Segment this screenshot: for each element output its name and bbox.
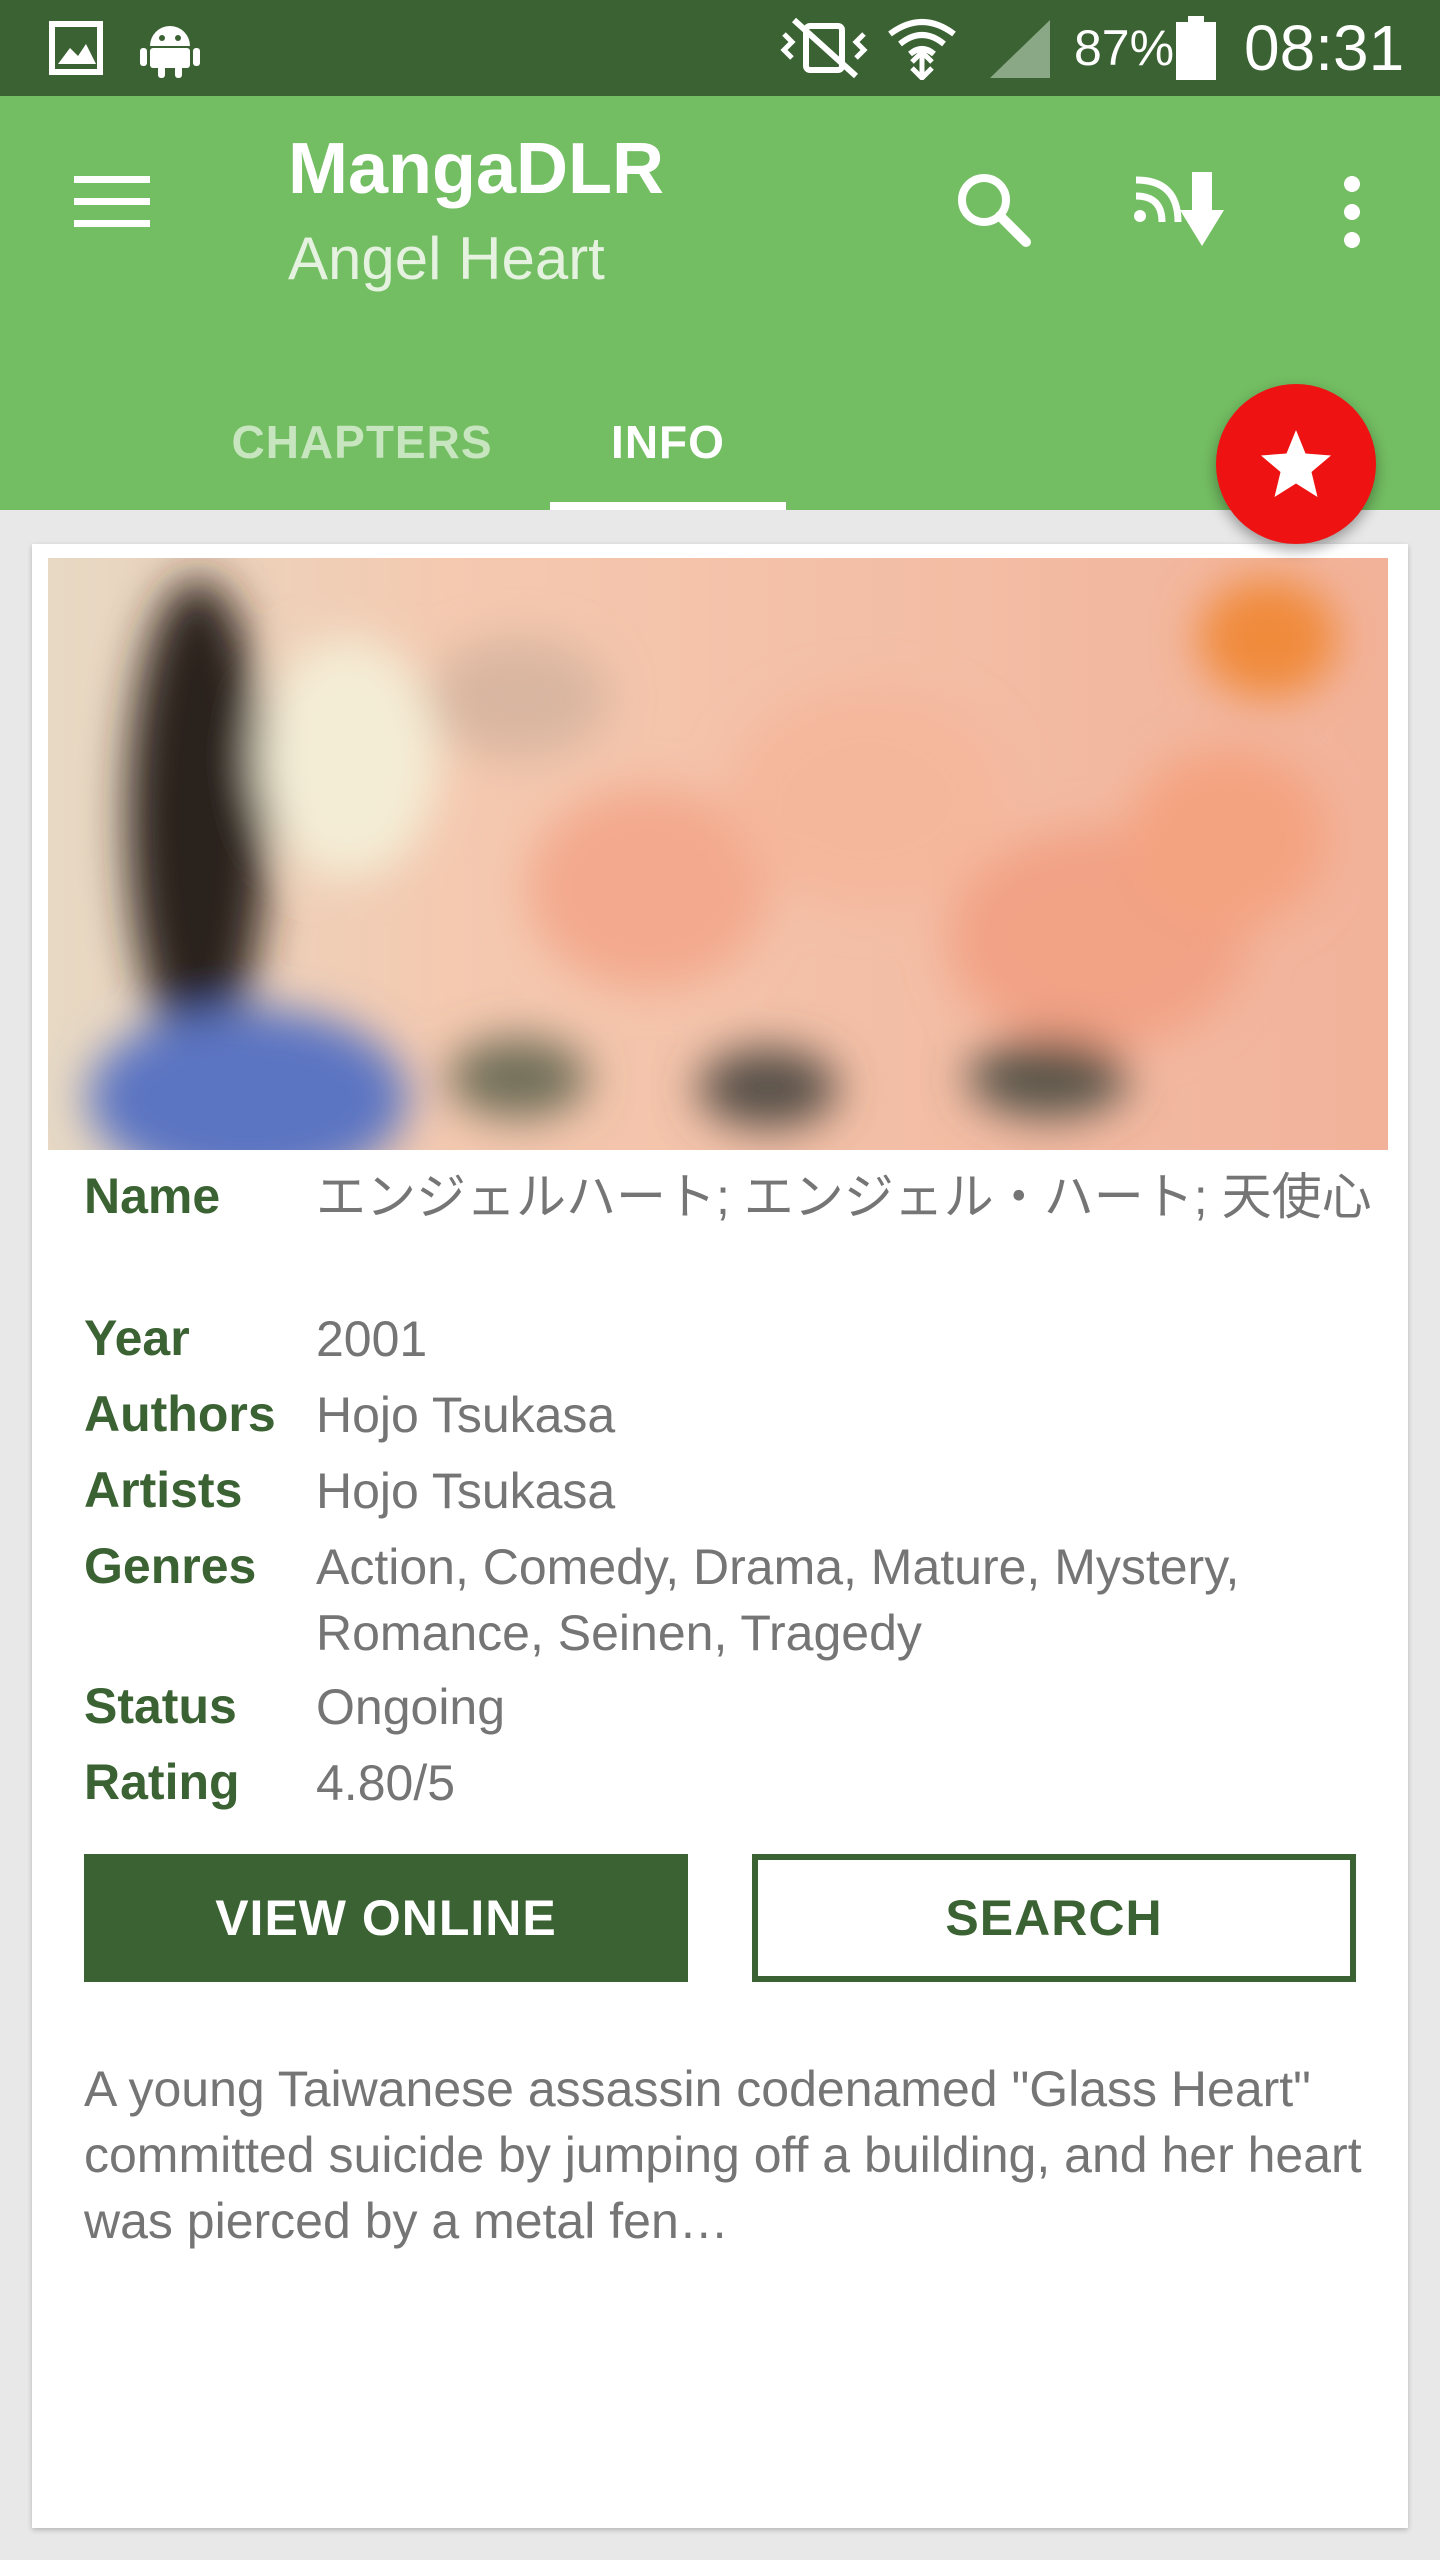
hamburger-menu-icon[interactable] — [72, 172, 152, 232]
star-icon — [1261, 430, 1331, 497]
clock: 08:31 — [1244, 12, 1405, 84]
info-value-status: Ongoing — [316, 1679, 506, 1735]
tab-info[interactable]: INFO — [550, 376, 786, 508]
manga-description: A young Taiwanese assassin codenamed "Gl… — [84, 2061, 1362, 2249]
info-label-genres: Genres — [84, 1538, 257, 1594]
info-label-name: Name — [84, 1168, 221, 1224]
cell-signal-icon — [990, 20, 1050, 78]
cover-image — [48, 558, 1388, 1150]
selected-tab-indicator — [550, 502, 786, 510]
vibrate-mute-icon — [780, 17, 868, 79]
tab-chapters[interactable]: CHAPTERS — [216, 376, 508, 508]
info-label-status: Status — [84, 1678, 237, 1734]
cast-download-icon[interactable] — [1132, 166, 1232, 250]
view-online-button[interactable]: VIEW ONLINE — [84, 1854, 688, 1982]
info-value-artists: Hojo Tsukasa — [316, 1463, 616, 1519]
info-value-genres: Action, Comedy, Drama, Mature, Mystery, … — [316, 1539, 1240, 1661]
wifi-icon — [888, 19, 956, 80]
status-bar: 87% 08:31 — [0, 0, 1440, 96]
info-label-authors: Authors — [84, 1386, 276, 1442]
info-value-year: 2001 — [316, 1311, 428, 1367]
search-button[interactable]: SEARCH — [752, 1854, 1356, 1982]
android-debug-icon — [140, 26, 200, 78]
gallery-notification-icon — [49, 21, 103, 75]
info-value-rating: 4.80/5 — [316, 1755, 456, 1811]
info-label-year: Year — [84, 1310, 190, 1366]
info-value-authors: Hojo Tsukasa — [316, 1387, 616, 1443]
info-value-name: エンジェルハート; エンジェル・ハート; 天使心 — [316, 1169, 1372, 1225]
battery-icon — [1176, 16, 1216, 80]
battery-percentage: 87% — [1074, 20, 1175, 76]
search-icon[interactable] — [952, 168, 1032, 248]
info-label-rating: Rating — [84, 1754, 240, 1810]
more-options-icon[interactable] — [1328, 172, 1376, 252]
manga-info-card: Name エンジェルハート; エンジェル・ハート; 天使心 Year 2001 … — [32, 544, 1408, 2528]
manga-title-subtitle: Angel Heart — [288, 225, 605, 292]
app-title: MangaDLR — [288, 129, 664, 209]
info-label-artists: Artists — [84, 1462, 243, 1518]
favorite-fab[interactable] — [1216, 384, 1376, 544]
